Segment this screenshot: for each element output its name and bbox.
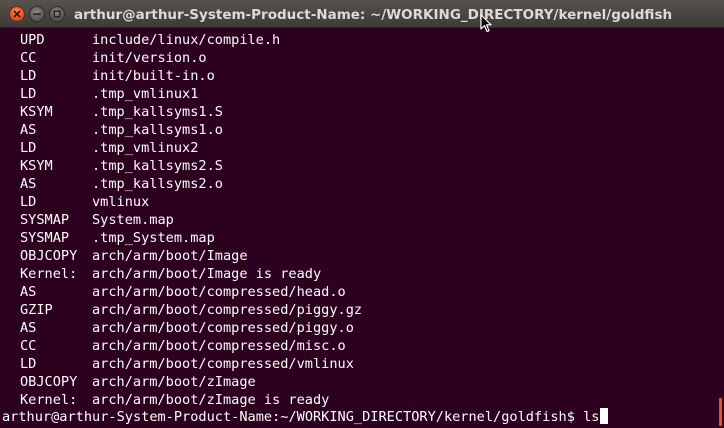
build-step-target: .tmp_vmlinux1 — [92, 86, 199, 102]
build-step-tag: Kernel: — [20, 392, 78, 408]
maximize-icon — [53, 10, 61, 18]
build-step-tag: LD — [20, 194, 37, 210]
terminal-line: Kernel: arch/arm/boot/zImage is ready — [20, 391, 362, 409]
build-step-target: arch/arm/boot/Image — [92, 248, 248, 264]
terminal-line: CC arch/arm/boot/compressed/misc.o — [20, 337, 362, 355]
maximize-button[interactable] — [49, 6, 65, 22]
build-step-tag: SYSMAP — [20, 212, 70, 228]
terminal-line: KSYM .tmp_kallsyms2.S — [20, 157, 362, 175]
terminal-output[interactable]: UPD include/linux/compile.h CC init/version… — [0, 28, 713, 428]
build-step-tag: AS — [20, 176, 37, 192]
terminal-line: LD .tmp_vmlinux2 — [20, 139, 362, 157]
build-step-tag: OBJCOPY — [20, 374, 78, 390]
build-step-tag: CC — [20, 50, 37, 66]
command-text: ls — [583, 409, 600, 425]
terminal-line: KSYM .tmp_kallsyms1.S — [20, 103, 362, 121]
scrollbar[interactable] — [713, 28, 724, 428]
build-log: UPD include/linux/compile.h CC init/version… — [20, 31, 362, 409]
build-step-target: .tmp_kallsyms1.S — [92, 104, 223, 120]
build-step-target: arch/arm/boot/compressed/piggy.gz — [92, 302, 363, 318]
close-button[interactable] — [9, 6, 25, 22]
build-step-tag: KSYM — [20, 158, 53, 174]
build-step-tag: LD — [20, 86, 37, 102]
build-step-target: System.map — [92, 212, 174, 228]
terminal-line: AS .tmp_kallsyms2.o — [20, 175, 362, 193]
build-step-target: .tmp_kallsyms2.o — [92, 176, 223, 192]
terminal-line: LD .tmp_vmlinux1 — [20, 85, 362, 103]
build-step-tag: KSYM — [20, 104, 53, 120]
build-step-tag: SYSMAP — [20, 230, 70, 246]
text-cursor — [600, 408, 609, 424]
build-step-target: arch/arm/boot/Image is ready — [92, 266, 322, 282]
window-title: arthur@arthur-System-Product-Name: ~/WOR… — [74, 7, 673, 23]
build-step-tag: UPD — [20, 32, 45, 48]
terminal-line: SYSMAP .tmp_System.map — [20, 229, 362, 247]
build-step-target: .tmp_vmlinux2 — [92, 140, 199, 156]
terminal-line: LD init/built-in.o — [20, 67, 362, 85]
build-step-tag: LD — [20, 140, 37, 156]
terminal-line: LD arch/arm/boot/compressed/vmlinux — [20, 355, 362, 373]
close-icon — [13, 10, 21, 18]
terminal-line: UPD include/linux/compile.h — [20, 31, 362, 49]
build-step-target: arch/arm/boot/compressed/head.o — [92, 284, 346, 300]
terminal-line: SYSMAP System.map — [20, 211, 362, 229]
terminal-line: AS .tmp_kallsyms1.o — [20, 121, 362, 139]
build-step-target: arch/arm/boot/compressed/misc.o — [92, 338, 346, 354]
build-step-tag: AS — [20, 122, 37, 138]
scrollbar-thumb[interactable] — [719, 398, 722, 426]
terminal-line: AS arch/arm/boot/compressed/piggy.o — [20, 319, 362, 337]
build-step-tag: AS — [20, 320, 37, 336]
build-step-target: include/linux/compile.h — [92, 32, 281, 48]
title-bar[interactable]: arthur@arthur-System-Product-Name: ~/WOR… — [0, 0, 724, 28]
terminal-line: Kernel: arch/arm/boot/Image is ready — [20, 265, 362, 283]
minimize-button[interactable] — [29, 6, 45, 22]
build-step-target: vmlinux — [92, 194, 150, 210]
prompt-text: arthur@arthur-System-Product-Name:~/WORK… — [2, 409, 575, 425]
terminal-line: CC init/version.o — [20, 49, 362, 67]
terminal-line: AS arch/arm/boot/compressed/head.o — [20, 283, 362, 301]
mouse-pointer-icon — [480, 14, 492, 33]
build-step-target: .tmp_kallsyms1.o — [92, 122, 223, 138]
build-step-target: .tmp_kallsyms2.S — [92, 158, 223, 174]
build-step-tag: CC — [20, 338, 37, 354]
command-prompt[interactable]: arthur@arthur-System-Product-Name:~/WORK… — [2, 408, 609, 426]
build-step-target: init/built-in.o — [92, 68, 215, 84]
terminal-line: LD vmlinux — [20, 193, 362, 211]
terminal-window: arthur@arthur-System-Product-Name: ~/WOR… — [0, 0, 724, 428]
minimize-icon — [33, 13, 41, 16]
build-step-tag: Kernel: — [20, 266, 78, 282]
build-step-target: .tmp_System.map — [92, 230, 215, 246]
build-step-tag: LD — [20, 68, 37, 84]
build-step-tag: AS — [20, 284, 37, 300]
build-step-target: arch/arm/boot/compressed/vmlinux — [92, 356, 354, 372]
terminal-line: GZIP arch/arm/boot/compressed/piggy.gz — [20, 301, 362, 319]
terminal-line: OBJCOPY arch/arm/boot/zImage — [20, 373, 362, 391]
build-step-tag: GZIP — [20, 302, 53, 318]
build-step-target: arch/arm/boot/zImage — [92, 374, 256, 390]
terminal-line: OBJCOPY arch/arm/boot/Image — [20, 247, 362, 265]
build-step-target: init/version.o — [92, 50, 207, 66]
build-step-tag: LD — [20, 356, 37, 372]
build-step-target: arch/arm/boot/zImage is ready — [92, 392, 330, 408]
build-step-target: arch/arm/boot/compressed/piggy.o — [92, 320, 354, 336]
build-step-tag: OBJCOPY — [20, 248, 78, 264]
